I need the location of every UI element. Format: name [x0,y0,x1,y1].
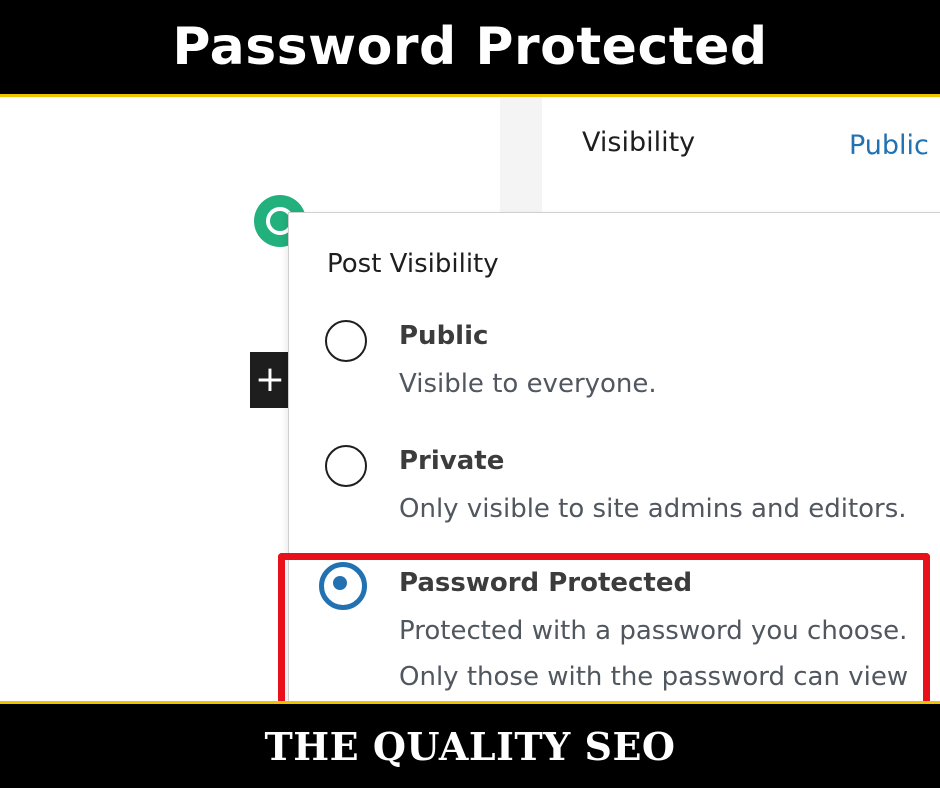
option-description-public: Visible to everyone. [399,369,657,399]
radio-private[interactable] [325,445,367,487]
editor-screenshot: Visibility Public + Post Visibility Publ… [0,97,940,701]
option-label-private: Private [399,446,505,476]
radio-public[interactable] [325,320,367,362]
option-description-private: Only visible to site admins and editors. [399,494,907,524]
popover-title: Post Visibility [327,249,499,279]
bottom-banner: THE QUALITY SEO [0,701,940,788]
option-label-public: Public [399,321,489,351]
banner-title: Password Protected [172,17,768,77]
visibility-toggle-button[interactable]: Public [849,130,929,161]
option-label-password-protected: Password Protected [399,568,693,598]
brand-name: THE QUALITY SEO [264,723,676,769]
radio-password-protected[interactable] [319,562,367,610]
option-description-password-protected-line2: Only those with the password can view [399,662,909,692]
option-description-password-protected: Protected with a password you choose. [399,616,908,646]
visibility-row[interactable]: Visibility Public [542,97,940,215]
post-visibility-popover: Post Visibility Public Visible to everyo… [288,212,940,701]
visibility-label: Visibility [582,127,696,158]
add-block-button[interactable]: + [250,352,290,408]
top-banner: Password Protected [0,0,940,97]
